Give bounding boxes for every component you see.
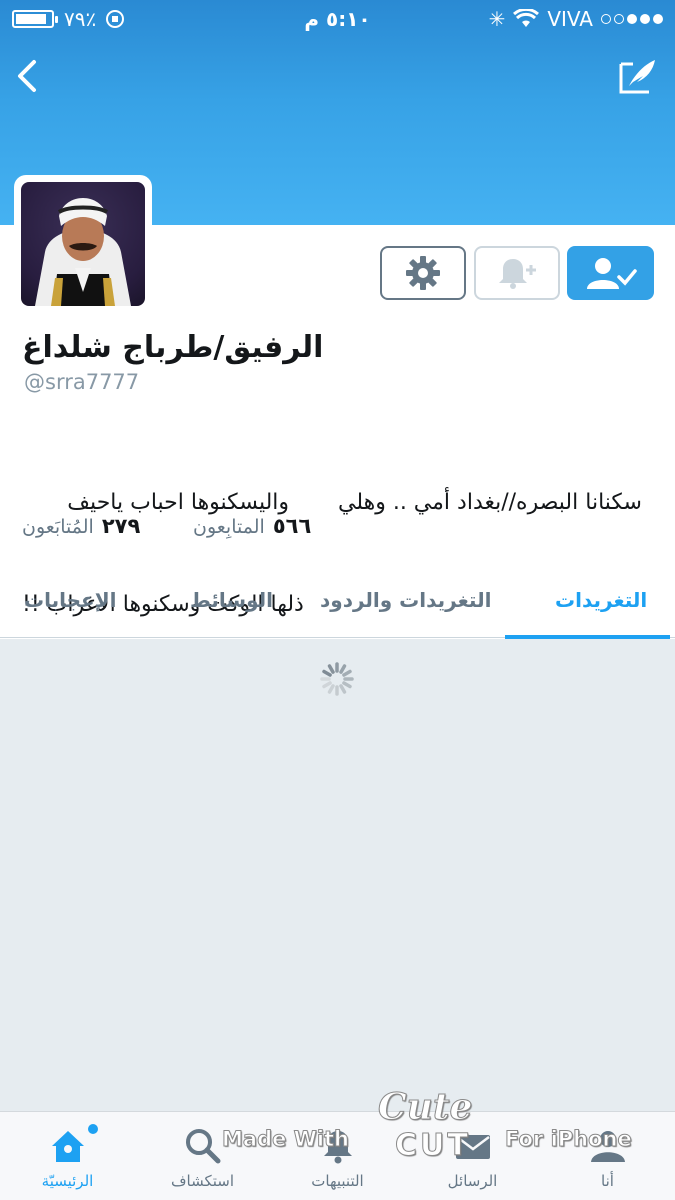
settings-button[interactable] bbox=[380, 246, 466, 300]
loading-spinner-icon bbox=[320, 662, 354, 696]
watermark-cute: Cute bbox=[377, 1086, 473, 1129]
watermark-cut: CUT bbox=[395, 1128, 471, 1164]
watermark-made-with: Made With bbox=[221, 1127, 350, 1152]
status-bar: ٧٩٪ ٥:١٠ م ✳ VIVA bbox=[0, 0, 675, 38]
activity-spinner-icon: ✳ bbox=[488, 7, 506, 31]
display-name: الرفيق/طرباج شلداغ bbox=[22, 330, 324, 365]
profile-tabs: الإعجابات الوسائط التغريدات والردود التغ… bbox=[0, 570, 675, 639]
followers-count: ٥٦٦ bbox=[272, 514, 312, 538]
chevron-left-icon bbox=[18, 60, 36, 92]
tab-media[interactable]: الوسائط bbox=[190, 588, 273, 612]
compose-tweet-button[interactable] bbox=[617, 56, 659, 96]
follow-stats: ٢٧٩ المُتابَعون ٥٦٦ المتابِعون bbox=[0, 514, 675, 548]
bottom-tab-bar: الرئيسيّة استكشاف التنبيهات الرسائل أنا bbox=[0, 1111, 675, 1200]
tab-tweets[interactable]: التغريدات bbox=[555, 588, 647, 612]
tabbar-home-label: الرئيسيّة bbox=[41, 1172, 94, 1190]
tabbar-me[interactable]: أنا bbox=[540, 1112, 675, 1200]
timeline-content bbox=[0, 639, 675, 1111]
carrier-name: VIVA bbox=[547, 7, 593, 31]
tabbar-explore-label: استكشاف bbox=[170, 1172, 235, 1190]
tabbar-explore[interactable]: استكشاف bbox=[135, 1112, 270, 1200]
new-content-dot bbox=[88, 1124, 98, 1134]
following-count: ٢٧٩ bbox=[101, 514, 141, 538]
back-button[interactable] bbox=[12, 58, 42, 94]
tab-likes[interactable]: الإعجابات bbox=[24, 588, 116, 612]
user-handle: @srra7777 bbox=[24, 370, 140, 394]
tabbar-home[interactable]: الرئيسيّة bbox=[0, 1112, 135, 1200]
gear-icon bbox=[406, 256, 440, 290]
notifications-toggle-button[interactable] bbox=[474, 246, 560, 300]
tabbar-messages-label: الرسائل bbox=[447, 1172, 498, 1190]
avatar[interactable] bbox=[14, 175, 152, 313]
following-stat[interactable]: ٢٧٩ المُتابَعون bbox=[22, 514, 140, 538]
bell-plus-icon bbox=[499, 259, 536, 289]
following-button[interactable] bbox=[567, 246, 654, 300]
following-label: المُتابَعون bbox=[22, 516, 94, 538]
tabbar-notifications-label: التنبيهات bbox=[311, 1172, 364, 1190]
followers-label: المتابِعون bbox=[193, 516, 265, 538]
followers-stat[interactable]: ٥٦٦ المتابِعون bbox=[193, 514, 311, 538]
signal-strength-icon bbox=[601, 14, 663, 24]
compose-quill-icon bbox=[619, 60, 655, 94]
person-check-icon bbox=[586, 258, 637, 289]
avatar-photo bbox=[21, 182, 145, 306]
tabbar-me-label: أنا bbox=[601, 1172, 614, 1190]
tab-tweets-and-replies[interactable]: التغريدات والردود bbox=[320, 588, 491, 612]
watermark-for-iphone: For iPhone bbox=[505, 1127, 633, 1152]
search-icon bbox=[185, 1129, 220, 1164]
wifi-icon bbox=[513, 9, 540, 27]
home-icon bbox=[51, 1131, 84, 1162]
